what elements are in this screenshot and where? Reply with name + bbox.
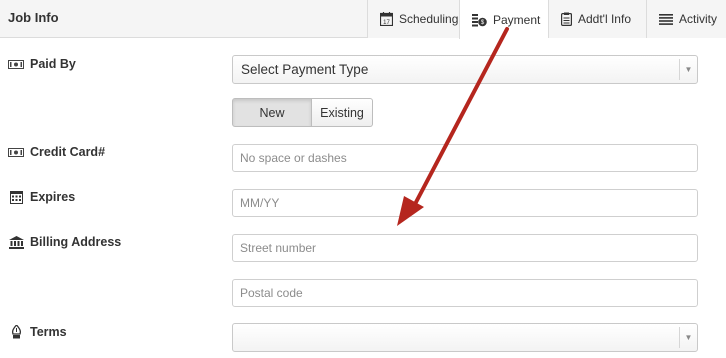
tab-label: Activity	[679, 12, 718, 26]
terms-select[interactable]: ▼	[232, 323, 698, 352]
payment-type-select[interactable]: Select Payment Type ▼	[232, 55, 698, 84]
tab-activity[interactable]: Activity	[646, 0, 726, 38]
new-existing-toggle: New Existing	[232, 98, 373, 127]
coins-icon: $	[472, 13, 487, 27]
paid-by-label: Paid By	[8, 57, 76, 71]
new-button[interactable]: New	[232, 98, 312, 127]
money-icon	[8, 59, 24, 69]
tab-payment[interactable]: $ Payment	[459, 0, 548, 39]
page-title: Job Info	[8, 10, 59, 25]
postal-code-input[interactable]	[232, 279, 698, 307]
list-icon	[659, 13, 673, 25]
credit-card-label: Credit Card#	[8, 145, 105, 159]
tab-bar: 17 Scheduling $ Payment Addt'l Info Acti…	[367, 0, 726, 39]
tab-label: Payment	[493, 12, 541, 27]
calendar-icon: 17	[380, 12, 393, 26]
terms-label: Terms	[8, 325, 67, 339]
bank-icon	[8, 235, 24, 249]
tab-label: Scheduling	[399, 12, 459, 26]
chevron-down-icon: ▼	[679, 59, 697, 80]
calendar-icon	[8, 190, 24, 204]
credit-card-input[interactable]	[232, 144, 698, 172]
tab-addtl-info[interactable]: Addt'l Info	[548, 0, 646, 38]
expires-input[interactable]	[232, 189, 698, 217]
chevron-down-icon: ▼	[679, 327, 697, 348]
tab-scheduling[interactable]: 17 Scheduling	[367, 0, 459, 38]
street-number-input[interactable]	[232, 234, 698, 262]
job-info-header: Job Info 17 Scheduling $ Payment Addt'l …	[0, 0, 726, 39]
pen-nib-icon	[8, 325, 24, 339]
payment-type-value: Select Payment Type	[241, 62, 369, 77]
money-icon	[8, 147, 24, 157]
expires-label: Expires	[8, 190, 75, 204]
existing-button[interactable]: Existing	[312, 98, 373, 127]
tab-label: Addt'l Info	[578, 12, 631, 26]
clipboard-icon	[561, 12, 572, 26]
svg-text:17: 17	[383, 20, 390, 26]
billing-address-label: Billing Address	[8, 235, 121, 249]
